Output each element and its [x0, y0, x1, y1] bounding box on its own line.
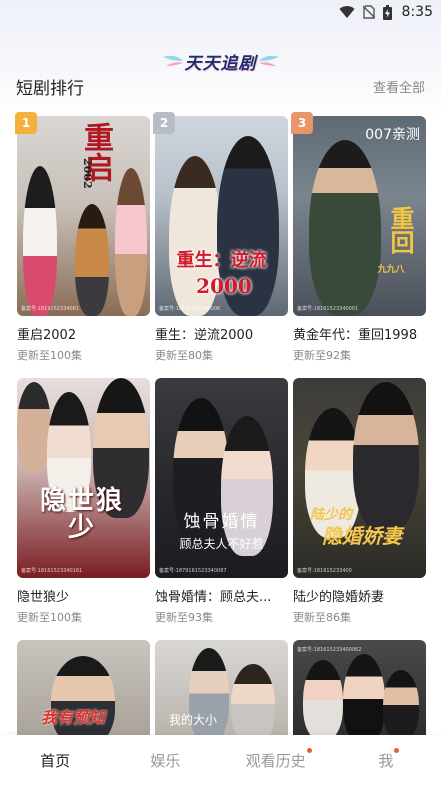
poster-image: 重生：逆流 2000 备案号:18161523340006 — [155, 116, 288, 316]
drama-card[interactable]: 我有预知 — [17, 640, 150, 740]
nav-entertainment[interactable]: 娱乐 — [110, 750, 220, 771]
nav-home-label: 首页 — [40, 751, 71, 770]
card-title: 黄金年代：重回1998 — [293, 328, 418, 343]
status-time: 8:35 — [401, 4, 433, 20]
card-episodes: 更新至100集 — [17, 611, 82, 624]
drama-card[interactable]: 备案号:181615233400062 — [293, 640, 426, 740]
poster-image: 备案号:181615233400062 — [293, 640, 426, 740]
card-episodes: 更新至100集 — [17, 349, 82, 362]
card-episodes: 更新至80集 — [155, 349, 213, 362]
poster-image: 我的大小 — [155, 640, 288, 740]
card-title: 隐世狼少 — [17, 590, 70, 605]
poster-image: 我有预知 — [17, 640, 150, 740]
logo-wing-right-icon — [258, 55, 279, 66]
corner-tag: 007亲测 — [365, 127, 420, 143]
section-header: 短剧排行 查看全部 — [16, 74, 425, 99]
nav-home[interactable]: 首页 — [0, 750, 110, 771]
app-logo: 天天追剧 — [0, 47, 441, 75]
poster-subtitle: 隐婚娇妻 — [322, 524, 402, 548]
poster-footer: 备案号:1879161523340087 — [159, 568, 227, 574]
nav-entertainment-label: 娱乐 — [150, 751, 181, 770]
drama-card[interactable]: 陆少的 隐婚娇妻 备案号:181615233400 陆少的隐婚娇妻 更新至86集 — [293, 378, 426, 625]
poster-subtitle: 九九八 — [377, 265, 405, 275]
poster-image: 隐世狼少 备案号:18161523340161 — [17, 378, 150, 578]
poster-image: 蚀骨婚情 顾总夫人不好惹 备案号:1879161523340087 — [155, 378, 288, 578]
drama-card[interactable]: 007亲测 重回 九九八 备案号:18161523340001 3 黄金年代：重… — [291, 112, 426, 363]
logo-wing-left-icon — [162, 55, 183, 66]
poster-footer: 备案号:18161523340001 — [297, 306, 359, 312]
poster-subtitle: 2002 — [81, 158, 94, 189]
card-episodes: 更新至86集 — [293, 611, 351, 624]
rank-badge: 3 — [291, 112, 313, 134]
battery-charging-icon — [382, 4, 392, 20]
poster-title: 陆少的 — [310, 507, 352, 523]
logo-text: 天天追剧 — [184, 53, 257, 74]
poster-title: 我的大小 — [168, 713, 217, 727]
view-all-link[interactable]: 查看全部 — [373, 77, 425, 96]
poster-image: 007亲测 重回 九九八 备案号:18161523340001 — [293, 116, 426, 316]
card-title: 陆少的隐婚娇妻 — [293, 590, 385, 605]
drama-card[interactable]: 隐世狼少 备案号:18161523340161 隐世狼少 更新至100集 — [17, 378, 150, 625]
drama-card[interactable]: 重生：逆流 2000 备案号:18161523340006 2 重生：逆流200… — [153, 112, 288, 363]
bottom-nav: 首页 娱乐 观看历史 我 — [0, 735, 441, 785]
poster-footer: 备案号:18161523340161 — [21, 568, 83, 574]
poster-title: 隐世狼少 — [39, 486, 124, 544]
notification-dot — [394, 747, 400, 753]
card-title: 蚀骨婚情：顾总夫... — [155, 590, 272, 605]
nav-history-label: 观看历史 — [245, 751, 306, 770]
section-title: 短剧排行 — [16, 78, 84, 99]
wifi-icon — [339, 6, 355, 19]
rank-badge: 2 — [153, 112, 175, 134]
card-episodes: 更新至93集 — [155, 611, 213, 624]
drama-card[interactable]: 蚀骨婚情 顾总夫人不好惹 备案号:1879161523340087 蚀骨婚情：顾… — [155, 378, 288, 625]
poster-title: 我有预知 — [40, 708, 105, 727]
poster-footer: 备案号:181615233400 — [297, 568, 352, 574]
card-title: 重生：逆流2000 — [155, 328, 254, 343]
poster-subtitle: 2000 — [196, 274, 252, 298]
drama-card[interactable]: 我的大小 — [155, 640, 288, 740]
poster-footer: 备案号:18161523340006 — [159, 306, 221, 312]
card-episodes: 更新至92集 — [293, 349, 351, 362]
poster-title: 重回 — [386, 206, 415, 254]
poster-footer: 备案号:181615233400062 — [297, 647, 362, 653]
notification-dot — [306, 747, 312, 753]
drama-card[interactable]: 重启 2002 备案号:1819152334061 1 重启2002 更新至10… — [15, 112, 150, 363]
nav-history[interactable]: 观看历史 — [221, 747, 331, 771]
nav-me[interactable]: 我 — [331, 747, 441, 771]
poster-title: 重生：逆流 — [176, 250, 267, 271]
rank-badge: 1 — [15, 112, 37, 134]
poster-footer: 备案号:1819152334061 — [21, 306, 80, 312]
poster-image: 重启 2002 备案号:1819152334061 — [17, 116, 150, 316]
poster-image: 陆少的 隐婚娇妻 备案号:181615233400 — [293, 378, 426, 578]
sim-no-signal-icon — [362, 5, 375, 19]
nav-me-label: 我 — [378, 751, 394, 770]
poster-title: 蚀骨婚情 — [183, 512, 260, 532]
card-title: 重启2002 — [17, 328, 77, 343]
poster-subtitle: 顾总夫人不好惹 — [179, 537, 264, 551]
status-bar: 8:35 — [0, 0, 441, 24]
